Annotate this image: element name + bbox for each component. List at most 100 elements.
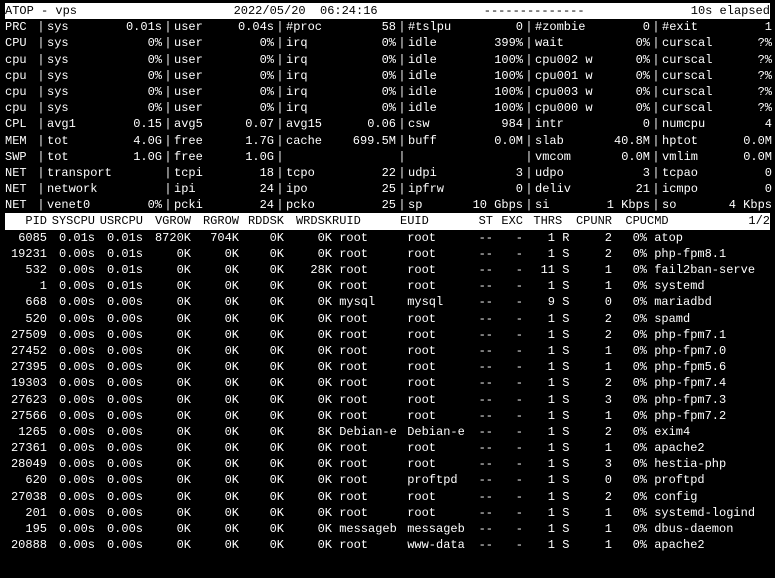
process-row[interactable]: 192310.00s0.01s0K0K0K0K root root---1 S2… — [5, 246, 770, 262]
cell-usrcpu: 0.00s — [95, 521, 143, 537]
sys-c3: irq — [286, 84, 341, 100]
col-cpu[interactable]: CPU — [612, 213, 647, 229]
cell-pid: 195 — [5, 521, 47, 537]
cell-pad — [740, 230, 770, 246]
cell-rgrow: 0K — [191, 521, 239, 537]
sys-c1: sys — [47, 35, 117, 51]
cell-usrcpu: 0.00s — [95, 537, 143, 553]
col-s[interactable]: S — [555, 213, 570, 229]
separator: | — [35, 19, 47, 35]
separator: | — [650, 100, 662, 116]
cell-syscpu: 0.00s — [47, 440, 95, 456]
col-euid[interactable]: EUID — [400, 213, 468, 229]
cell-st: -- — [468, 440, 493, 456]
cell-st: -- — [468, 359, 493, 375]
cell-st: -- — [468, 278, 493, 294]
sys-c1: sys — [47, 19, 117, 35]
col-pid[interactable]: PID — [5, 213, 47, 229]
cell-euid: root — [400, 456, 468, 472]
process-row[interactable]: 193030.00s0.00s0K0K0K0K root root---1 S2… — [5, 375, 770, 391]
process-row[interactable]: 274520.00s0.00s0K0K0K0K root root---1 S1… — [5, 343, 770, 359]
cell-euid: root — [400, 392, 468, 408]
cell-wrdsk: 0K — [284, 311, 332, 327]
process-row[interactable]: 12650.00s0.00s0K0K0K8K Debian-e Debian-e… — [5, 424, 770, 440]
cell-rgrow: 0K — [191, 408, 239, 424]
sys-label: NET — [5, 181, 35, 197]
col-rddsk[interactable]: RDDSK — [239, 213, 284, 229]
sys-v5: 0% — [600, 68, 650, 84]
cell-usrcpu: 0.00s — [95, 456, 143, 472]
process-row[interactable]: 1950.00s0.00s0K0K0K0K messageb messageb-… — [5, 521, 770, 537]
cell-rgrow: 704K — [191, 230, 239, 246]
process-row[interactable]: 6680.00s0.00s0K0K0K0K mysql mysql---9 S0… — [5, 294, 770, 310]
cell-s: S — [555, 327, 570, 343]
sys-c4: idle — [408, 100, 463, 116]
process-row[interactable]: 275660.00s0.00s0K0K0K0K root root---1 S1… — [5, 408, 770, 424]
sys-c5: deliv — [535, 181, 600, 197]
process-row[interactable]: 280490.00s0.00s0K0K0K0K root root---1 S3… — [5, 456, 770, 472]
process-row[interactable]: 2010.00s0.00s0K0K0K0K root root---1 S10%… — [5, 505, 770, 521]
col-cpunr[interactable]: CPUNR — [570, 213, 612, 229]
process-row[interactable]: 276230.00s0.00s0K0K0K0K root root---1 S3… — [5, 392, 770, 408]
cell-vgrow: 0K — [143, 343, 191, 359]
sys-c5: #zombie — [535, 19, 600, 35]
col-usrcpu[interactable]: USRCPU — [95, 213, 143, 229]
col-syscpu[interactable]: SYSCPU — [47, 213, 95, 229]
cell-cpu: 0% — [612, 375, 647, 391]
cell-rddsk: 0K — [239, 343, 284, 359]
sys-v2: 18 — [229, 165, 274, 181]
col-vgrow[interactable]: VGROW — [143, 213, 191, 229]
cell-euid: mysql — [400, 294, 468, 310]
cell-pid: 28049 — [5, 456, 47, 472]
sys-v2: 1.7G — [229, 133, 274, 149]
cell-pid: 27395 — [5, 359, 47, 375]
process-row[interactable]: 6200.00s0.00s0K0K0K0K root proftpd---1 S… — [5, 472, 770, 488]
cell-exc: - — [493, 521, 523, 537]
process-row[interactable]: 270380.00s0.00s0K0K0K0K root root---1 S2… — [5, 489, 770, 505]
cell-thr: 1 — [523, 440, 555, 456]
col-ruid[interactable]: RUID — [332, 213, 400, 229]
cell-cpunr: 3 — [570, 456, 612, 472]
cell-exc: - — [493, 489, 523, 505]
separator: | — [35, 35, 47, 51]
process-row[interactable]: 5200.00s0.00s0K0K0K0K root root---1 S20%… — [5, 311, 770, 327]
sys-v6: ?% — [722, 100, 772, 116]
separator: | — [650, 149, 662, 165]
sys-c1: avg1 — [47, 116, 117, 132]
cell-vgrow: 0K — [143, 537, 191, 553]
cell-pad — [740, 521, 770, 537]
sys-c5: wait — [535, 35, 600, 51]
process-row[interactable]: 208880.00s0.00s0K0K0K0K root www-data---… — [5, 537, 770, 553]
cell-wrdsk: 0K — [284, 456, 332, 472]
sys-row: SWP|tot1.0G|free1.0G|||vmcom0.0M|vmlim0.… — [5, 149, 772, 165]
process-row[interactable]: 273610.00s0.00s0K0K0K0K root root---1 S1… — [5, 440, 770, 456]
sys-c3: tcpo — [286, 165, 341, 181]
col-wrdsk[interactable]: WRDSK — [284, 213, 332, 229]
cell-thr: 1 — [523, 343, 555, 359]
process-row[interactable]: 5320.00s0.01s0K0K0K28K root root---11 S1… — [5, 262, 770, 278]
separator: | — [35, 149, 47, 165]
cell-pid: 19231 — [5, 246, 47, 262]
cell-rgrow: 0K — [191, 246, 239, 262]
cell-pid: 27566 — [5, 408, 47, 424]
sys-v3: 0% — [341, 68, 396, 84]
process-row[interactable]: 10.00s0.01s0K0K0K0K root root---1 S10% s… — [5, 278, 770, 294]
sys-v6: 0 — [722, 165, 772, 181]
cell-vgrow: 0K — [143, 505, 191, 521]
process-row[interactable]: 275090.00s0.00s0K0K0K0K root root---1 S2… — [5, 327, 770, 343]
col-st[interactable]: ST — [468, 213, 493, 229]
sys-v1: 0% — [117, 52, 162, 68]
process-row[interactable]: 273950.00s0.00s0K0K0K0K root root---1 S1… — [5, 359, 770, 375]
sys-c5: vmcom — [535, 149, 600, 165]
separator: | — [274, 100, 286, 116]
cell-cpunr: 1 — [570, 278, 612, 294]
col-cmd[interactable]: CMD — [647, 213, 740, 229]
cell-euid: root — [400, 246, 468, 262]
process-row[interactable]: 60850.01s0.01s8720K704K0K0K root root---… — [5, 230, 770, 246]
sys-c2: user — [174, 68, 229, 84]
cell-euid: www-data — [400, 537, 468, 553]
cell-vgrow: 0K — [143, 294, 191, 310]
col-thr[interactable]: THR — [523, 213, 555, 229]
col-exc[interactable]: EXC — [493, 213, 523, 229]
col-rgrow[interactable]: RGROW — [191, 213, 239, 229]
